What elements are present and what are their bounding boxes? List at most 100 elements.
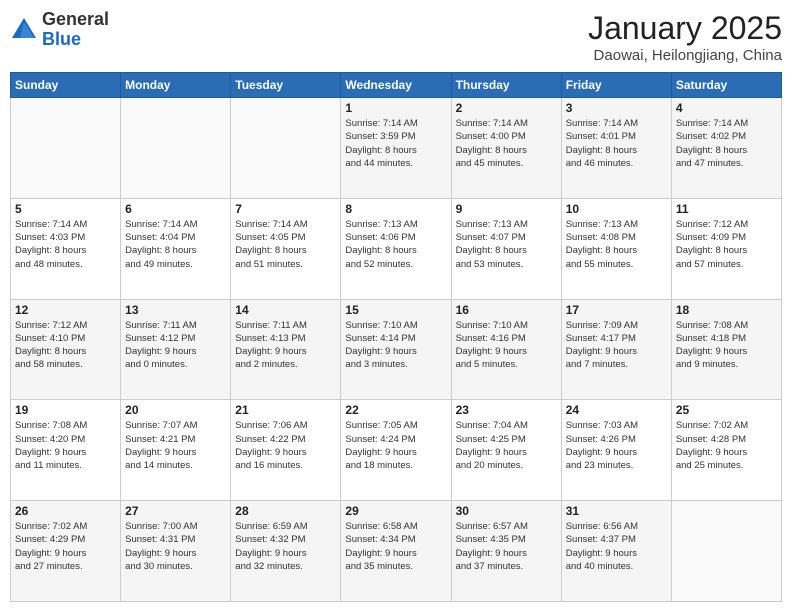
logo-text: General Blue — [42, 10, 109, 50]
day-header-saturday: Saturday — [671, 73, 781, 98]
cell-content: Sunrise: 7:00 AMSunset: 4:31 PMDaylight:… — [125, 520, 226, 573]
calendar-cell: 1 Sunrise: 7:14 AMSunset: 3:59 PMDaylight… — [341, 98, 451, 199]
calendar-cell: 4Sunrise: 7:14 AMSunset: 4:02 PMDaylight… — [671, 98, 781, 199]
day-header-monday: Monday — [121, 73, 231, 98]
cell-content: Sunrise: 7:13 AMSunset: 4:08 PMDaylight:… — [566, 218, 667, 271]
calendar-cell: 23 Sunrise: 7:04 AMSunset: 4:25 PMDayligh… — [451, 400, 561, 501]
day-header-tuesday: Tuesday — [231, 73, 341, 98]
day-header-wednesday: Wednesday — [341, 73, 451, 98]
day-header-friday: Friday — [561, 73, 671, 98]
calendar-cell: 12 Sunrise: 7:12 AMSunset: 4:10 PMDayligh… — [11, 299, 121, 400]
calendar-cell: 5Sunrise: 7:14 AMSunset: 4:03 PMDaylight… — [11, 198, 121, 299]
calendar-cell: 20Sunrise: 7:07 AMSunset: 4:21 PMDayligh… — [121, 400, 231, 501]
logo-general: General — [42, 9, 109, 29]
day-header-sunday: Sunday — [11, 73, 121, 98]
calendar-cell: 10 Sunrise: 7:13 AMSunset: 4:08 PMDayligh… — [561, 198, 671, 299]
calendar-cell: 21 Sunrise: 7:06 AMSunset: 4:22 PMDayligh… — [231, 400, 341, 501]
calendar-week-1: 1 Sunrise: 7:14 AMSunset: 3:59 PMDaylight… — [11, 98, 782, 199]
month-title: January 2025 — [588, 10, 782, 47]
calendar-cell: 26 Sunrise: 7:02 AMSunset: 4:29 PMDayligh… — [11, 501, 121, 602]
cell-content: Sunrise: 7:14 AMSunset: 4:05 PMDaylight:… — [235, 218, 336, 271]
calendar-cell: 7 Sunrise: 7:14 AMSunset: 4:05 PMDaylight… — [231, 198, 341, 299]
logo-blue: Blue — [42, 29, 81, 49]
cell-content: Sunrise: 7:02 AMSunset: 4:29 PMDaylight:… — [15, 520, 116, 573]
calendar-week-3: 12 Sunrise: 7:12 AMSunset: 4:10 PMDayligh… — [11, 299, 782, 400]
cell-content: Sunrise: 7:05 AMSunset: 4:24 PMDaylight:… — [345, 419, 446, 472]
location: Daowai, Heilongjiang, China — [588, 47, 782, 64]
day-number: 18 — [676, 303, 777, 317]
day-number: 6 — [125, 202, 226, 216]
cell-content: Sunrise: 7:04 AMSunset: 4:25 PMDaylight:… — [456, 419, 557, 472]
day-number: 20 — [125, 403, 226, 417]
cell-content: Sunrise: 7:14 AMSunset: 4:02 PMDaylight:… — [676, 117, 777, 170]
cell-content: Sunrise: 6:56 AMSunset: 4:37 PMDaylight:… — [566, 520, 667, 573]
day-number: 31 — [566, 504, 667, 518]
cell-content: Sunrise: 7:10 AMSunset: 4:16 PMDaylight:… — [456, 319, 557, 372]
day-number: 26 — [15, 504, 116, 518]
calendar-body: 1 Sunrise: 7:14 AMSunset: 3:59 PMDaylight… — [11, 98, 782, 602]
day-number: 19 — [15, 403, 116, 417]
day-number: 24 — [566, 403, 667, 417]
cell-content: Sunrise: 7:10 AMSunset: 4:14 PMDaylight:… — [345, 319, 446, 372]
calendar-cell: 2 Sunrise: 7:14 AMSunset: 4:00 PMDaylight… — [451, 98, 561, 199]
calendar-week-4: 19Sunrise: 7:08 AMSunset: 4:20 PMDayligh… — [11, 400, 782, 501]
day-number: 1 — [345, 101, 446, 115]
day-number: 7 — [235, 202, 336, 216]
cell-content: Sunrise: 7:02 AMSunset: 4:28 PMDaylight:… — [676, 419, 777, 472]
calendar-cell: 14 Sunrise: 7:11 AMSunset: 4:13 PMDayligh… — [231, 299, 341, 400]
day-number: 13 — [125, 303, 226, 317]
calendar-cell: 24Sunrise: 7:03 AMSunset: 4:26 PMDayligh… — [561, 400, 671, 501]
cell-content: Sunrise: 7:06 AMSunset: 4:22 PMDaylight:… — [235, 419, 336, 472]
cell-content: Sunrise: 7:14 AMSunset: 4:03 PMDaylight:… — [15, 218, 116, 271]
title-section: January 2025 Daowai, Heilongjiang, China — [588, 10, 782, 64]
calendar-week-2: 5Sunrise: 7:14 AMSunset: 4:03 PMDaylight… — [11, 198, 782, 299]
calendar-table: SundayMondayTuesdayWednesdayThursdayFrid… — [10, 72, 782, 602]
day-number: 11 — [676, 202, 777, 216]
cell-content: Sunrise: 7:11 AMSunset: 4:13 PMDaylight:… — [235, 319, 336, 372]
cell-content: Sunrise: 7:14 AMSunset: 4:00 PMDaylight:… — [456, 117, 557, 170]
calendar-cell: 17Sunrise: 7:09 AMSunset: 4:17 PMDayligh… — [561, 299, 671, 400]
calendar-cell — [671, 501, 781, 602]
cell-content: Sunrise: 7:14 AMSunset: 4:01 PMDaylight:… — [566, 117, 667, 170]
calendar-cell: 8 Sunrise: 7:13 AMSunset: 4:06 PMDaylight… — [341, 198, 451, 299]
calendar-cell: 11 Sunrise: 7:12 AMSunset: 4:09 PMDayligh… — [671, 198, 781, 299]
day-number: 3 — [566, 101, 667, 115]
day-number: 28 — [235, 504, 336, 518]
cell-content: Sunrise: 6:58 AMSunset: 4:34 PMDaylight:… — [345, 520, 446, 573]
calendar-cell: 3 Sunrise: 7:14 AMSunset: 4:01 PMDaylight… — [561, 98, 671, 199]
cell-content: Sunrise: 6:59 AMSunset: 4:32 PMDaylight:… — [235, 520, 336, 573]
calendar-cell: 19Sunrise: 7:08 AMSunset: 4:20 PMDayligh… — [11, 400, 121, 501]
day-number: 23 — [456, 403, 557, 417]
calendar-cell: 16Sunrise: 7:10 AMSunset: 4:16 PMDayligh… — [451, 299, 561, 400]
cell-content: Sunrise: 7:13 AMSunset: 4:07 PMDaylight:… — [456, 218, 557, 271]
day-number: 30 — [456, 504, 557, 518]
cell-content: Sunrise: 7:09 AMSunset: 4:17 PMDaylight:… — [566, 319, 667, 372]
day-number: 14 — [235, 303, 336, 317]
day-number: 12 — [15, 303, 116, 317]
cell-content: Sunrise: 7:12 AMSunset: 4:10 PMDaylight:… — [15, 319, 116, 372]
day-number: 10 — [566, 202, 667, 216]
cell-content: Sunrise: 7:14 AMSunset: 4:04 PMDaylight:… — [125, 218, 226, 271]
page: General Blue January 2025 Daowai, Heilon… — [0, 0, 792, 612]
day-number: 2 — [456, 101, 557, 115]
day-number: 25 — [676, 403, 777, 417]
calendar-cell: 22 Sunrise: 7:05 AMSunset: 4:24 PMDayligh… — [341, 400, 451, 501]
day-number: 15 — [345, 303, 446, 317]
day-number: 8 — [345, 202, 446, 216]
calendar-cell — [121, 98, 231, 199]
calendar-cell — [11, 98, 121, 199]
day-number: 21 — [235, 403, 336, 417]
day-number: 29 — [345, 504, 446, 518]
calendar-cell: 15 Sunrise: 7:10 AMSunset: 4:14 PMDayligh… — [341, 299, 451, 400]
cell-content: Sunrise: 7:14 AMSunset: 3:59 PMDaylight:… — [345, 117, 446, 170]
day-number: 9 — [456, 202, 557, 216]
day-number: 22 — [345, 403, 446, 417]
cell-content: Sunrise: 7:13 AMSunset: 4:06 PMDaylight:… — [345, 218, 446, 271]
calendar-cell: 25 Sunrise: 7:02 AMSunset: 4:28 PMDayligh… — [671, 400, 781, 501]
calendar-cell — [231, 98, 341, 199]
calendar-cell: 27Sunrise: 7:00 AMSunset: 4:31 PMDayligh… — [121, 501, 231, 602]
calendar-cell: 30Sunrise: 6:57 AMSunset: 4:35 PMDayligh… — [451, 501, 561, 602]
calendar-cell: 29 Sunrise: 6:58 AMSunset: 4:34 PMDayligh… — [341, 501, 451, 602]
cell-content: Sunrise: 7:12 AMSunset: 4:09 PMDaylight:… — [676, 218, 777, 271]
cell-content: Sunrise: 7:11 AMSunset: 4:12 PMDaylight:… — [125, 319, 226, 372]
